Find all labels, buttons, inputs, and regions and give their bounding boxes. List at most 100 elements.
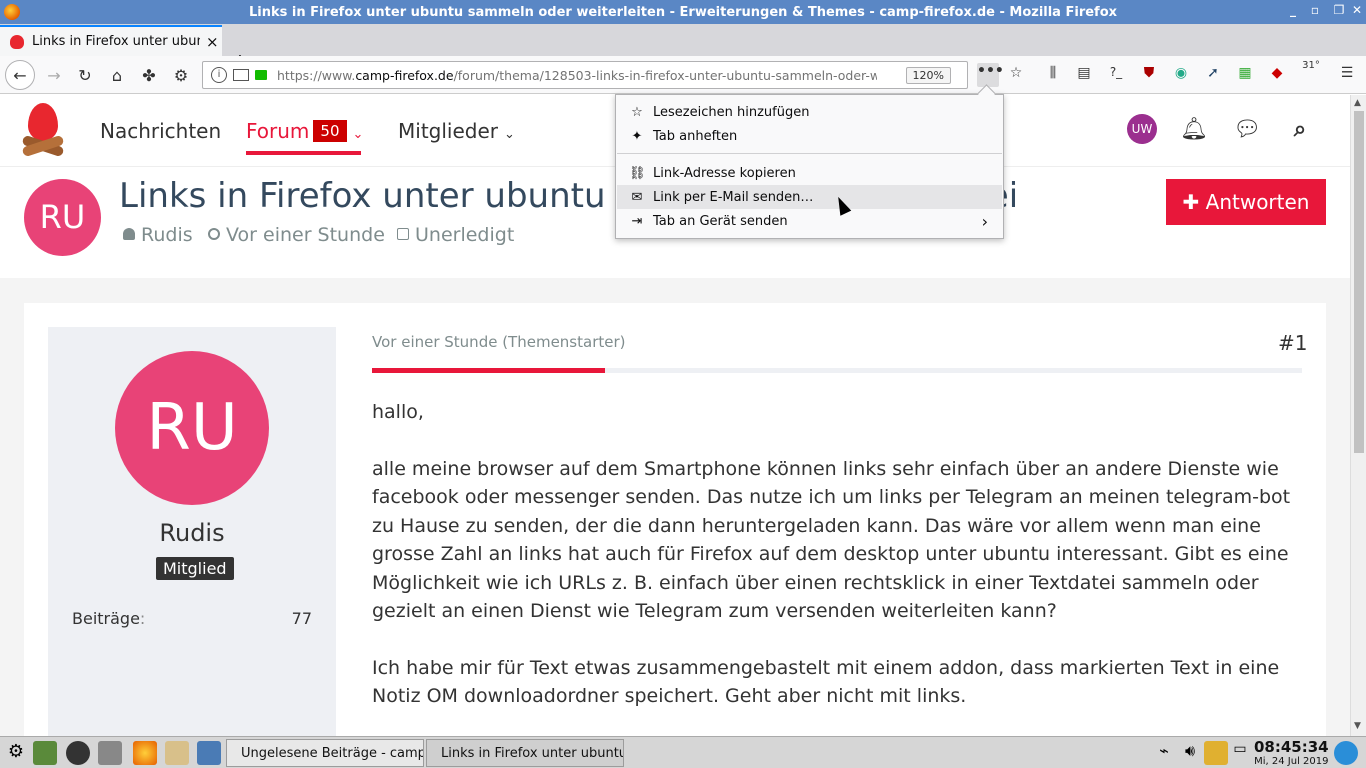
scroll-down-icon[interactable]: ▼: [1354, 721, 1361, 731]
back-icon[interactable]: ←: [5, 60, 35, 90]
ublock-icon[interactable]: ⛊: [1138, 65, 1160, 85]
post-count-label: Beiträge:: [72, 609, 146, 628]
thread-author[interactable]: Rudis: [123, 224, 193, 246]
lock-icon[interactable]: [255, 70, 267, 80]
taskbar-task-active[interactable]: Links in Firefox unter ubuntu sammeln: [426, 739, 624, 767]
firefox-launcher-icon[interactable]: [133, 741, 157, 765]
extension-red-icon[interactable]: ◆: [1266, 65, 1288, 85]
tab-title: Links in Firefox unter ubuntu sammeln od…: [32, 34, 200, 49]
menu-item-pin-tab[interactable]: ✦ Tab anheften: [617, 124, 1002, 148]
clock-time: 08:45:34: [1254, 738, 1329, 756]
nav-toolbar: ← → ↻ ⌂ ✤ ⚙ i https://www.camp-firefox.d…: [0, 56, 1366, 94]
post-paragraph: alle meine browser auf dem Smartphone kö…: [372, 457, 1291, 623]
notes-icon[interactable]: [165, 741, 189, 765]
extension-green-icon[interactable]: ▦: [1234, 65, 1256, 85]
taskbar-task[interactable]: Ungelesene Beiträge - camp-firefox.de: [226, 739, 424, 767]
start-menu-icon[interactable]: ⚙: [4, 741, 28, 765]
thread-time: Vor einer Stunde: [208, 224, 385, 246]
desktop-icon[interactable]: [33, 741, 57, 765]
settings-icon[interactable]: ⚙: [168, 62, 194, 88]
taskbar: ⚙ Ungelesene Beiträge - camp-firefox.de …: [0, 736, 1366, 768]
nav-forum[interactable]: Forum 50 ⌄: [246, 119, 363, 143]
menu-separator: [617, 153, 1002, 154]
system-menu-icon[interactable]: [1334, 741, 1358, 765]
home-icon[interactable]: ⌂: [104, 62, 130, 88]
info-icon[interactable]: i: [211, 67, 227, 83]
tab-bar: Links in Firefox unter ubuntu sammeln od…: [0, 24, 1366, 74]
chevron-right-icon: ›: [981, 211, 988, 231]
maximize-icon[interactable]: ▫: [1306, 3, 1324, 17]
library-icon[interactable]: ⫼: [1042, 65, 1064, 85]
volume-icon[interactable]: 🔊︎: [1178, 741, 1202, 765]
reader-icon[interactable]: ▤: [1073, 65, 1095, 85]
restore-icon[interactable]: ❐: [1330, 3, 1348, 17]
tab-close-icon[interactable]: ×: [206, 33, 219, 51]
menu-item-email-link[interactable]: ✉ Link per E-Mail senden…: [617, 185, 1002, 209]
extension-arrow-icon[interactable]: ➚: [1202, 65, 1224, 85]
tab-active[interactable]: Links in Firefox unter ubuntu sammeln od…: [0, 25, 222, 56]
window-title: Links in Firefox unter ubuntu sammeln od…: [248, 4, 1118, 20]
page-scrollbar[interactable]: ▲ ▼: [1350, 95, 1366, 736]
display-icon[interactable]: ▭: [1228, 741, 1252, 765]
post-author-name[interactable]: Rudis: [48, 519, 336, 547]
url-bar[interactable]: i https://www.camp-firefox.de/forum/them…: [202, 61, 968, 89]
menu-icon[interactable]: ☰: [1336, 65, 1358, 85]
clock-icon: [208, 228, 220, 240]
forward-icon[interactable]: →: [41, 62, 67, 88]
drive-icon[interactable]: [98, 741, 122, 765]
camp-firefox-logo[interactable]: [21, 103, 65, 159]
forum-badge: 50: [313, 120, 347, 142]
menu-item-copy-link[interactable]: ⛓ Link-Adresse kopieren: [617, 161, 1002, 185]
mail-icon: ✉: [631, 189, 643, 205]
camp-firefox-favicon: [10, 34, 24, 49]
close-window-icon[interactable]: ✕: [1348, 3, 1366, 17]
thread-status: Unerledigt: [397, 224, 514, 246]
battery-icon[interactable]: [1204, 741, 1228, 765]
link-icon: ⛓: [629, 165, 646, 181]
zoom-indicator[interactable]: 120%: [905, 67, 951, 84]
post-body: hallo, alle meine browser auf dem Smartp…: [372, 398, 1307, 739]
menu-item-add-bookmark[interactable]: ☆ Lesezeichen hinzufügen: [617, 100, 1002, 124]
scroll-up-icon[interactable]: ▲: [1354, 98, 1361, 108]
weather-icon[interactable]: 31°: [1300, 60, 1322, 80]
extension-circle-icon[interactable]: ◉: [1170, 65, 1192, 85]
pin-icon: ✦: [631, 128, 643, 144]
firefox-icon: [4, 4, 20, 20]
plus-icon: ✚: [1182, 190, 1206, 214]
webcam-icon[interactable]: [66, 741, 90, 765]
chat-icon[interactable]: 💬︎: [1233, 117, 1261, 145]
addons-icon[interactable]: ✤: [136, 62, 162, 88]
nav-active-underline: [246, 151, 361, 155]
url-text[interactable]: https://www.camp-firefox.de/forum/thema/…: [277, 68, 877, 83]
clock[interactable]: 08:45:34 Mi, 24 Jul 2019: [1254, 738, 1329, 767]
permissions-icon[interactable]: [233, 69, 249, 81]
search-icon[interactable]: ⌕: [1286, 117, 1314, 145]
menu-item-send-tab[interactable]: ⇥ Tab an Gerät senden ›: [617, 209, 1002, 233]
network-icon[interactable]: ⌁: [1152, 741, 1176, 765]
minimize-icon[interactable]: _: [1284, 3, 1302, 17]
post-date[interactable]: Vor einer Stunde (Themenstarter): [372, 333, 626, 351]
page-actions-icon[interactable]: •••: [977, 63, 1004, 87]
page-actions-menu: ☆ Lesezeichen hinzufügen ✦ Tab anheften ⛓ L…: [615, 94, 1004, 239]
post-author-role: Mitglied: [156, 557, 234, 580]
post-number[interactable]: #1: [1278, 331, 1307, 355]
send-device-icon: ⇥: [631, 213, 643, 229]
thread-author-avatar[interactable]: RU: [24, 179, 101, 256]
post-divider: [372, 368, 1302, 373]
reload-icon[interactable]: ↻: [72, 62, 98, 88]
post-author-avatar[interactable]: RU: [115, 351, 269, 505]
help-icon[interactable]: ?_: [1105, 65, 1127, 85]
bookmark-star-icon[interactable]: ☆: [1005, 65, 1027, 85]
nav-mitglieder[interactable]: Mitglieder ⌄: [398, 119, 515, 143]
chevron-down-icon: ⌄: [504, 127, 515, 142]
chevron-down-icon: ⌄: [352, 127, 364, 142]
user-avatar[interactable]: UW: [1127, 114, 1157, 144]
window-titlebar: Links in Firefox unter ubuntu sammeln od…: [0, 0, 1366, 24]
post-author-sidebar: RU Rudis Mitglied Beiträge: 77: [48, 327, 336, 736]
scrollbar-thumb[interactable]: [1354, 111, 1364, 453]
reply-button[interactable]: ✚ Antworten: [1166, 179, 1326, 225]
files-icon[interactable]: [197, 741, 221, 765]
nav-nachrichten[interactable]: Nachrichten: [100, 119, 221, 143]
star-icon: ☆: [631, 104, 643, 120]
bell-icon[interactable]: 🔔︎: [1180, 117, 1208, 145]
